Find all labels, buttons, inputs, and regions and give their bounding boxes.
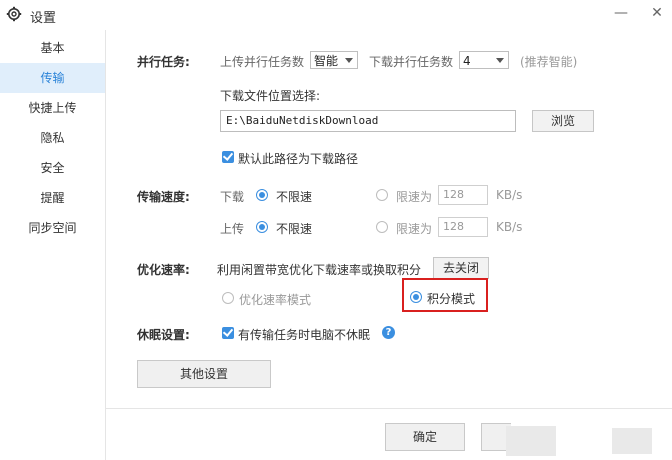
upload-limit-label: 限速为 [396, 222, 433, 236]
parallel-hint: (推荐智能) [520, 55, 578, 69]
other-settings-button[interactable]: 其他设置 [137, 360, 271, 388]
upload-limit-unit: KB/s [496, 220, 523, 234]
sidebar-item-quick-upload[interactable]: 快捷上传 [0, 93, 105, 123]
upload-unlimited-radio[interactable] [256, 221, 268, 233]
speed-label: 传输速度: [137, 190, 190, 204]
optimize-label: 优化速率: [137, 263, 190, 277]
no-sleep-label: 有传输任务时电脑不休眠 [238, 328, 371, 342]
title-bar: 设置 — ✕ [0, 0, 672, 30]
turn-off-button[interactable]: 去关闭 [433, 257, 489, 279]
ok-button[interactable]: 确定 [385, 423, 465, 451]
chevron-down-icon [496, 58, 504, 63]
upload-limit-radio[interactable] [376, 221, 388, 233]
browse-button[interactable]: 浏览 [532, 110, 594, 132]
window-title: 设置 [30, 11, 57, 26]
help-icon[interactable]: ? [382, 326, 395, 339]
upload-speed-label: 上传 [220, 222, 245, 236]
settings-panel: 并行任务: 上传并行任务数 智能 下载并行任务数 4 (推荐智能) 下载文件位置… [106, 30, 672, 460]
minimize-button[interactable]: — [612, 4, 630, 22]
default-path-label: 默认此路径为下载路径 [238, 152, 359, 166]
download-path-input[interactable]: E:\BaiduNetdiskDownload [220, 110, 516, 132]
download-limit-unit: KB/s [496, 188, 523, 202]
sidebar-item-security[interactable]: 安全 [0, 153, 105, 183]
chevron-down-icon [345, 58, 353, 63]
speed-mode-label: 优化速率模式 [239, 293, 312, 307]
parallel-label: 并行任务: [137, 55, 190, 69]
close-button[interactable]: ✕ [648, 4, 666, 22]
download-unlimited-radio[interactable] [256, 189, 268, 201]
sleep-label: 休眠设置: [137, 328, 190, 342]
sidebar-item-privacy[interactable]: 隐私 [0, 123, 105, 153]
download-parallel-value: 4 [463, 54, 471, 68]
sidebar-item-transfer[interactable]: 传输 [0, 63, 105, 93]
download-location-label: 下载文件位置选择: [220, 89, 321, 103]
optimize-description: 利用闲置带宽优化下载速率或换取积分 [217, 263, 422, 277]
sidebar: 基本 传输 快捷上传 隐私 安全 提醒 同步空间 [0, 30, 106, 460]
download-limit-input[interactable]: 128 [438, 185, 488, 205]
download-limit-label: 限速为 [396, 190, 433, 204]
footer-divider [106, 408, 672, 409]
default-path-checkbox[interactable] [222, 151, 234, 163]
download-speed-label: 下载 [220, 190, 245, 204]
sidebar-item-basic[interactable]: 基本 [0, 33, 105, 63]
upload-unlimited-label: 不限速 [276, 222, 313, 236]
upload-parallel-value: 智能 [314, 54, 339, 68]
download-parallel-label: 下载并行任务数 [369, 55, 454, 69]
no-sleep-checkbox[interactable] [222, 327, 234, 339]
gear-icon [6, 6, 22, 22]
highlight-box [402, 278, 488, 312]
download-limit-radio[interactable] [376, 189, 388, 201]
sidebar-item-sync-space[interactable]: 同步空间 [0, 213, 105, 243]
download-parallel-select[interactable]: 4 [459, 51, 509, 69]
speed-mode-radio[interactable] [222, 292, 234, 304]
upload-limit-input[interactable]: 128 [438, 217, 488, 237]
watermark-patch [612, 428, 652, 454]
download-unlimited-label: 不限速 [276, 190, 313, 204]
upload-parallel-label: 上传并行任务数 [220, 55, 305, 69]
download-path-value: E:\BaiduNetdiskDownload [226, 114, 379, 127]
upload-parallel-select[interactable]: 智能 [310, 51, 358, 69]
sidebar-item-reminder[interactable]: 提醒 [0, 183, 105, 213]
watermark-patch [506, 426, 556, 456]
